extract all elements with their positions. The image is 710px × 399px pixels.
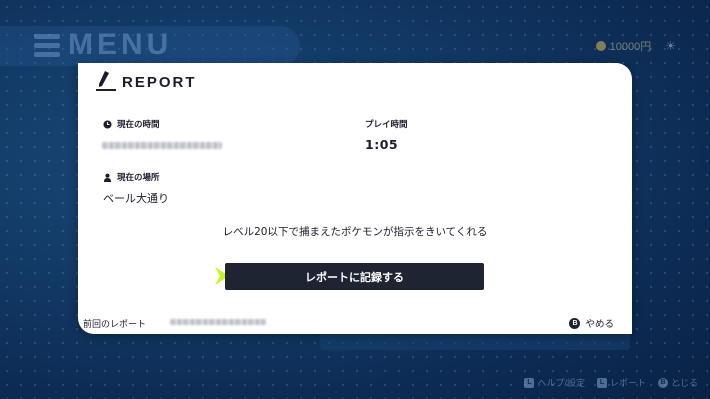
report-title: REPORT (122, 74, 197, 91)
current-time-value-redacted (102, 142, 222, 149)
menu-title-text: MENU (68, 28, 173, 61)
location-value: ベール大通り (103, 192, 169, 205)
money-display: 10000円 ☀ (595, 38, 676, 54)
b-button-icon: B (657, 377, 668, 388)
pen-icon (96, 70, 116, 92)
coin-icon (595, 41, 606, 51)
hint-label: レポート (609, 378, 646, 388)
b-button-icon: B (569, 317, 581, 329)
sun-icon: ☀ (665, 39, 676, 53)
background-menu-title: MENU (34, 28, 172, 62)
location-label: 現在の場所 (103, 171, 160, 183)
tip-message: レベル20以下で捕まえたポケモンが指示をきいてくれる (222, 226, 488, 238)
background-button-hints: L ヘルプ/設定 L レポート B とじる (524, 376, 698, 389)
play-time-label: プレイ時間 (365, 118, 408, 130)
report-dialog: REPORT 現在の時間 プレイ時間 1:05 現在の場所 ベール大通り レベル… (78, 63, 632, 334)
play-time-label-text: プレイ時間 (365, 120, 408, 130)
cancel-label: やめる (585, 319, 614, 330)
current-time-label-text: 現在の時間 (117, 120, 160, 130)
hint-label: とじる (670, 378, 698, 388)
l-button-icon: L (596, 377, 607, 388)
report-header: REPORT (96, 70, 197, 92)
play-time-value: 1:05 (365, 137, 399, 152)
cancel-button[interactable]: B やめる (569, 316, 614, 330)
hint-report: L レポート (596, 376, 646, 389)
l-button-icon: L (524, 377, 535, 388)
current-time-label: 現在の時間 (103, 118, 160, 130)
person-icon (103, 173, 112, 182)
hamburger-icon (34, 33, 60, 57)
previous-report-label: 前回のレポート (83, 320, 147, 330)
location-label-text: 現在の場所 (117, 173, 160, 183)
money-value: 10000円 (609, 41, 652, 53)
hint-label: ヘルプ/設定 (537, 378, 585, 388)
clock-icon (103, 119, 112, 129)
previous-report-value-redacted (170, 319, 266, 325)
hint-help-settings: L ヘルプ/設定 (524, 376, 585, 389)
record-report-button[interactable]: レポートに記録する (225, 263, 484, 290)
hint-close: B とじる (657, 376, 698, 389)
